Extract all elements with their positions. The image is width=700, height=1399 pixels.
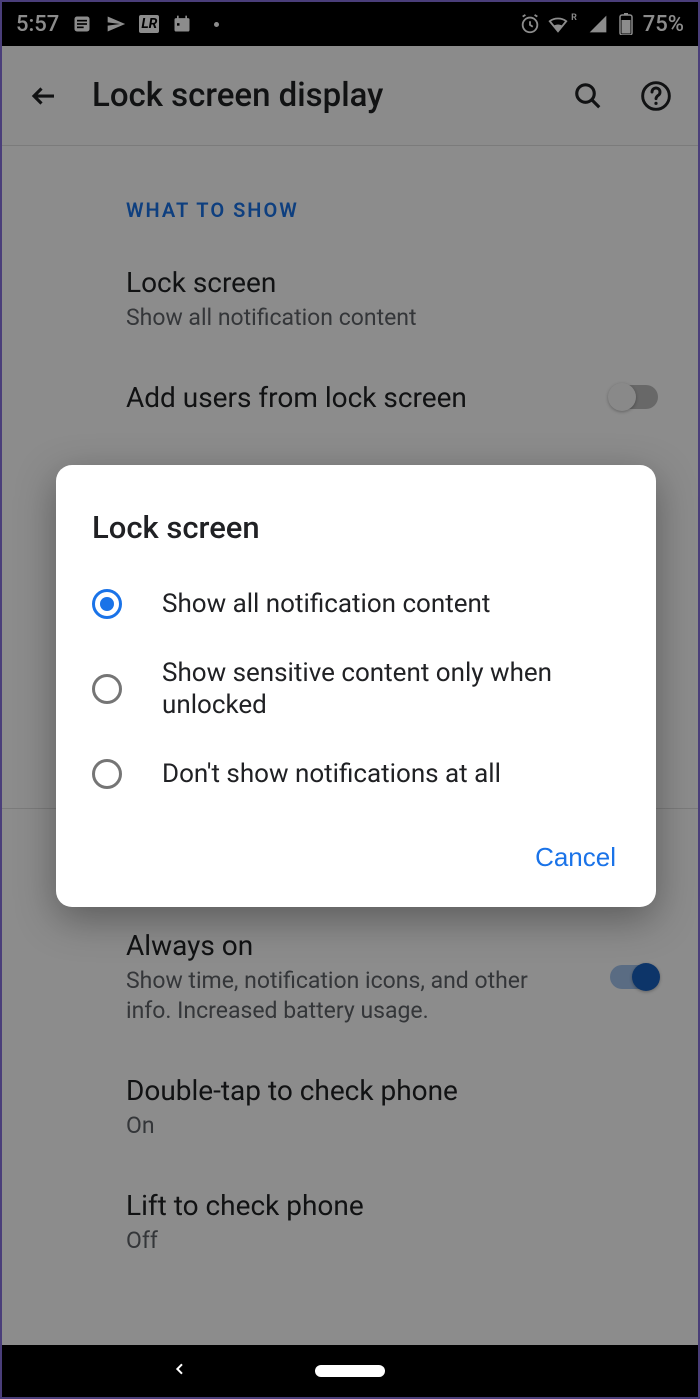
- dialog-lock-screen: Lock screen Show all notification conten…: [56, 465, 656, 907]
- option-label: Don't show notifications at all: [162, 758, 501, 791]
- nav-back-button[interactable]: [172, 1361, 188, 1381]
- option-dont-show[interactable]: Don't show notifications at all: [56, 740, 656, 809]
- radio-icon: [92, 759, 122, 789]
- nav-home-pill[interactable]: [315, 1365, 385, 1377]
- option-sensitive-only[interactable]: Show sensitive content only when unlocke…: [56, 639, 656, 740]
- cancel-button[interactable]: Cancel: [531, 832, 620, 883]
- option-show-all[interactable]: Show all notification content: [56, 570, 656, 639]
- dialog-title: Lock screen: [56, 501, 656, 570]
- radio-icon: [92, 674, 122, 704]
- navigation-bar: [2, 1345, 698, 1397]
- radio-icon: [92, 589, 122, 619]
- option-label: Show all notification content: [162, 588, 490, 621]
- option-label: Show sensitive content only when unlocke…: [162, 657, 620, 722]
